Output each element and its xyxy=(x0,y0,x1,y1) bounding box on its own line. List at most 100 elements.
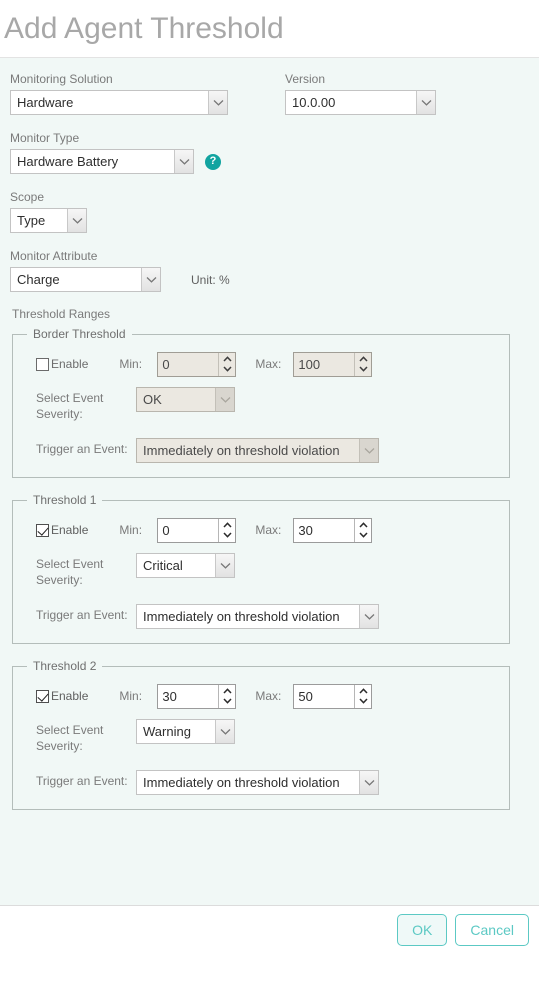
threshold-group: Threshold 1 Enable Min: Max: Select Event Se… xyxy=(12,493,510,644)
trigger-value: Immediately on threshold violation xyxy=(143,775,340,790)
chevron-down-icon xyxy=(359,605,378,628)
min-spin-down[interactable] xyxy=(218,364,236,374)
version-label: Version xyxy=(285,72,326,86)
trigger-select[interactable]: Immediately on threshold violation xyxy=(136,770,379,795)
checkbox-box[interactable] xyxy=(36,357,49,371)
chevron-down-icon xyxy=(215,554,234,577)
min-spin-down[interactable] xyxy=(218,696,236,706)
min-spin-up[interactable] xyxy=(218,354,236,364)
threshold-group: Threshold 2 Enable Min: Max: Select Event Se… xyxy=(12,659,510,810)
monitor-type-select[interactable]: Hardware Battery xyxy=(10,149,194,174)
threshold-groups: Border Threshold Enable Min: Max: Select Eve… xyxy=(0,327,539,810)
field-scope: Scope Type xyxy=(10,190,87,233)
severity-select[interactable]: OK xyxy=(136,387,235,412)
trigger-select[interactable]: Immediately on threshold violation xyxy=(136,604,379,629)
dialog-header: Add Agent Threshold xyxy=(0,0,539,58)
row-solution-version: Monitoring Solution Hardware Version 10.… xyxy=(0,72,539,115)
chevron-down-icon xyxy=(174,150,193,173)
scope-value: Type xyxy=(17,213,46,228)
chevron-down-icon xyxy=(67,209,86,232)
row-scope: Scope Type xyxy=(0,190,539,233)
severity-select[interactable]: Critical xyxy=(136,553,235,578)
min-spin-down[interactable] xyxy=(218,530,236,540)
monitoring-solution-label: Monitoring Solution xyxy=(10,72,113,86)
min-spinner[interactable] xyxy=(157,517,237,543)
max-spin-up[interactable] xyxy=(354,686,372,696)
monitor-attribute-label: Monitor Attribute xyxy=(10,249,98,263)
field-monitor-type: Monitor Type Hardware Battery ? xyxy=(10,131,221,174)
threshold-group-legend: Border Threshold xyxy=(33,327,126,341)
min-spinner[interactable] xyxy=(157,683,237,709)
severity-value: Warning xyxy=(143,724,191,739)
version-value: 10.0.00 xyxy=(292,95,336,110)
threshold-group: Border Threshold Enable Min: Max: Select Eve… xyxy=(12,327,510,478)
max-spin-up[interactable] xyxy=(354,520,372,530)
severity-value: Critical xyxy=(143,558,183,573)
max-input[interactable] xyxy=(294,518,355,542)
field-monitor-attribute: Monitor Attribute Charge Unit: % xyxy=(10,249,230,292)
monitor-attribute-value: Charge xyxy=(17,272,60,287)
threshold-group-legend: Threshold 2 xyxy=(33,659,97,673)
min-input[interactable] xyxy=(158,352,219,376)
min-input[interactable] xyxy=(158,518,219,542)
min-label: Min: xyxy=(119,523,143,537)
threshold-ranges-label: Threshold Ranges xyxy=(12,307,111,321)
min-label: Min: xyxy=(119,689,143,703)
min-spin-up[interactable] xyxy=(218,520,236,530)
threshold-group-legend: Threshold 1 xyxy=(33,493,97,507)
row-monitor-attribute: Monitor Attribute Charge Unit: % xyxy=(0,249,539,292)
max-spin-up[interactable] xyxy=(354,354,372,364)
max-label: Max: xyxy=(255,689,282,703)
min-input[interactable] xyxy=(158,684,219,708)
chevron-down-icon xyxy=(208,91,227,114)
min-spin-up[interactable] xyxy=(218,686,236,696)
max-spinner[interactable] xyxy=(293,683,373,709)
unit-text: Unit: % xyxy=(191,272,230,287)
field-monitoring-solution: Monitoring Solution Hardware xyxy=(10,72,228,115)
min-spin-buttons[interactable] xyxy=(218,684,237,708)
max-spin-buttons[interactable] xyxy=(354,352,373,376)
cancel-button[interactable]: Cancel xyxy=(455,914,529,946)
min-spinner[interactable] xyxy=(157,351,237,377)
monitoring-solution-value: Hardware xyxy=(17,95,74,110)
monitor-type-label: Monitor Type xyxy=(10,131,80,145)
max-label: Max: xyxy=(255,357,282,371)
enable-checkbox[interactable]: Enable xyxy=(36,689,88,703)
min-label: Min: xyxy=(119,357,143,371)
monitor-attribute-select[interactable]: Charge xyxy=(10,267,161,292)
form-body: Monitoring Solution Hardware Version 10.… xyxy=(0,58,539,954)
max-spin-buttons[interactable] xyxy=(354,684,373,708)
ok-button[interactable]: OK xyxy=(397,914,448,946)
trigger-label: Trigger an Event: xyxy=(36,774,128,788)
help-circle-icon[interactable]: ? xyxy=(205,153,221,170)
max-spinner[interactable] xyxy=(293,351,373,377)
max-spin-down[interactable] xyxy=(354,696,372,706)
max-spinner[interactable] xyxy=(293,517,373,543)
trigger-select[interactable]: Immediately on threshold violation xyxy=(136,438,379,463)
severity-select[interactable]: Warning xyxy=(136,719,235,744)
enable-checkbox[interactable]: Enable xyxy=(36,357,88,371)
chevron-down-icon xyxy=(416,91,435,114)
max-spin-buttons[interactable] xyxy=(354,518,373,542)
enable-checkbox[interactable]: Enable xyxy=(36,523,88,537)
scope-select[interactable]: Type xyxy=(10,208,87,233)
max-input[interactable] xyxy=(294,684,355,708)
min-spin-buttons[interactable] xyxy=(218,352,237,376)
version-select[interactable]: 10.0.00 xyxy=(285,90,436,115)
max-input[interactable] xyxy=(294,352,355,376)
severity-label: Select Event Severity: xyxy=(36,557,104,587)
monitor-type-value: Hardware Battery xyxy=(17,154,119,169)
chevron-down-icon xyxy=(359,771,378,794)
dialog-footer: OK Cancel xyxy=(0,905,539,954)
min-spin-buttons[interactable] xyxy=(218,518,237,542)
checkbox-box[interactable] xyxy=(36,689,49,703)
row-monitor-type: Monitor Type Hardware Battery ? xyxy=(0,131,539,174)
enable-label: Enable xyxy=(51,523,89,537)
checkbox-box[interactable] xyxy=(36,523,49,537)
enable-label: Enable xyxy=(51,689,89,703)
max-spin-down[interactable] xyxy=(354,364,372,374)
max-label: Max: xyxy=(255,523,282,537)
severity-label: Select Event Severity: xyxy=(36,391,104,421)
max-spin-down[interactable] xyxy=(354,530,372,540)
monitoring-solution-select[interactable]: Hardware xyxy=(10,90,228,115)
